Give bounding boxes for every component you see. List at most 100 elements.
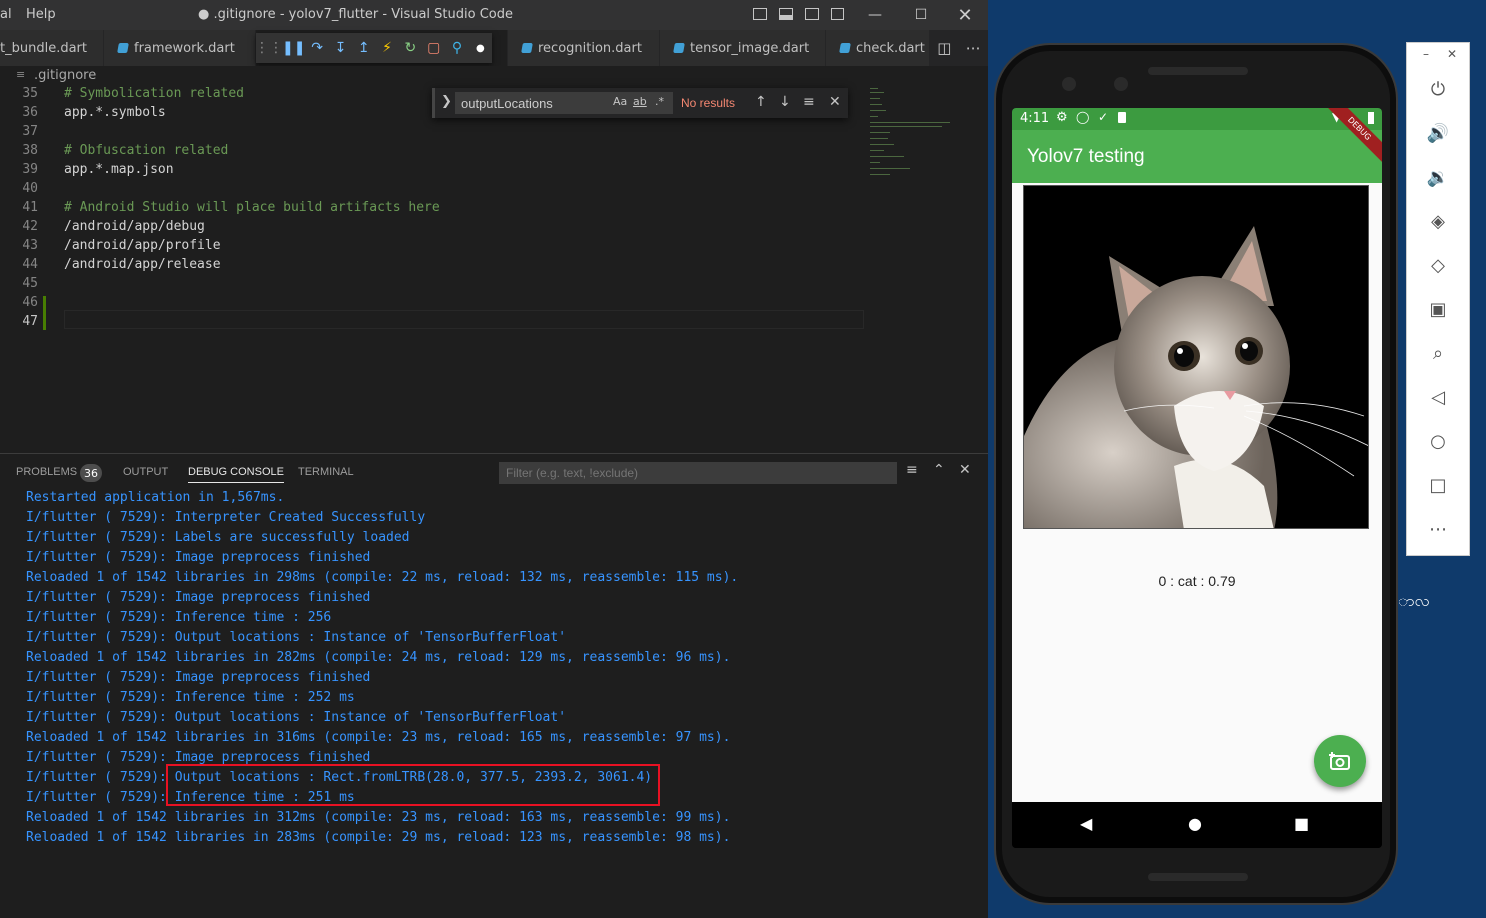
next-match-icon[interactable]: ↓ [779,94,791,110]
close-find-icon[interactable]: ✕ [829,94,841,110]
toggle-secondary-sidebar-icon[interactable] [805,8,819,20]
detection-result: 0 : cat : 0.79 [1158,573,1236,589]
line-number: 41 [22,200,38,215]
close-emulator-icon[interactable]: ✕ [1447,47,1457,61]
download-icon: ✓ [1098,110,1109,124]
pause-icon[interactable]: ❚❚ [282,35,305,61]
step-over-icon[interactable]: ↷ [305,35,328,61]
find-widget: ❯ Aa ab .* No results ↑ ↓ ≡ ✕ [432,88,848,118]
line-number: 39 [22,162,38,177]
tab-tensor-image[interactable]: tensor_image.dart [660,30,826,66]
toggle-replace-icon[interactable]: ❯ [441,94,452,109]
hot-reload-icon[interactable]: ⚡ [375,35,398,61]
step-out-icon[interactable]: ↥ [352,35,375,61]
nav-back-icon[interactable]: ◀ [1080,814,1092,833]
nav-overview-icon[interactable]: ■ [1294,814,1309,833]
annotation-highlight-box [166,764,660,806]
code-editor[interactable]: 35 # Symbolication related 36 app.*.symbols… [0,86,988,452]
home-icon[interactable]: ○ [1407,431,1469,452]
shield-icon: ◯ [1076,110,1090,124]
console-line: Restarted application in 1,567ms. [26,490,285,505]
tab-label: recognition.dart [538,40,642,56]
toggle-panel-icon[interactable] [779,8,793,20]
drag-handle-icon[interactable]: ⋮⋮ [255,35,283,61]
console-filter-input[interactable] [499,462,897,484]
tab-problems[interactable]: PROBLEMS [16,466,77,478]
code-line: app.*.map.json [64,162,174,177]
emulator-controls: – ✕ ⏻ 🔊 🔉 ◈ ◇ ▣ ⌕ ◁ ○ □ ⋯ [1406,42,1470,556]
toggle-sidebar-icon[interactable] [753,8,767,20]
minimap[interactable] [868,86,978,186]
customize-layout-icon[interactable] [831,8,844,20]
console-line: I/flutter ( 7529): Inference time : 252 … [26,690,355,705]
tab-recognition[interactable]: recognition.dart [508,30,660,66]
tab-actions: ◫ ⋯ [930,30,988,66]
volume-down-icon[interactable]: 🔉 [1407,167,1469,188]
editor-tab-bar: t_bundle.dart framework.dart recognition… [0,30,988,66]
close-panel-icon[interactable]: ✕ [959,462,971,478]
previous-match-icon[interactable]: ↑ [755,94,767,110]
line-number: 46 [22,295,38,310]
close-window-button[interactable]: ✕ [942,0,988,30]
phone-screen[interactable]: 4:11 ⚙ ◯ ✓ ▼ Yolov7 testing DEBUG [1012,108,1382,848]
line-number: 47 [22,314,38,329]
code-line: # Android Studio will place build artifa… [64,200,440,215]
stop-icon[interactable]: ▢ [422,35,445,61]
rotate-right-icon[interactable]: ◇ [1407,255,1469,276]
tab-check[interactable]: check.dart [826,30,930,66]
volume-up-icon[interactable]: 🔊 [1407,123,1469,144]
console-line: I/flutter ( 7529): Output locations : In… [26,630,567,645]
line-number: 44 [22,257,38,272]
add-photo-fab[interactable] [1314,735,1366,787]
minimize-button[interactable]: — [852,0,898,30]
more-icon[interactable]: ⋯ [1407,519,1469,540]
console-line: I/flutter ( 7529): Inference time : 256 [26,610,332,625]
restart-icon[interactable]: ↻ [399,35,422,61]
dart-file-icon [521,43,533,53]
camera-icon[interactable]: ▣ [1407,299,1469,320]
line-number: 45 [22,276,38,291]
power-icon[interactable]: ⏻ [1407,79,1469,100]
line-number: 42 [22,219,38,234]
minimize-emulator-icon[interactable]: – [1423,47,1429,61]
zoom-icon[interactable]: ⌕ [1407,343,1469,364]
match-case-icon[interactable]: Aa [613,95,627,108]
match-word-icon[interactable]: ab [633,95,647,108]
find-in-selection-icon[interactable]: ≡ [803,94,815,110]
bottom-speaker [1148,873,1248,881]
split-editor-icon[interactable]: ◫ [937,39,951,57]
tab-debug-console[interactable]: DEBUG CONSOLE [188,466,284,483]
step-into-icon[interactable]: ↧ [329,35,352,61]
menu-help[interactable]: Help [26,7,56,22]
more-actions-icon[interactable]: ⋯ [966,39,981,57]
devtools-icon[interactable]: ⚲ [445,35,468,61]
breadcrumb-file[interactable]: .gitignore [34,68,96,83]
app-body: 0 : cat : 0.79 [1012,183,1382,802]
line-number: 35 [22,86,38,101]
console-line: Reloaded 1 of 1542 libraries in 283ms (c… [26,830,731,845]
tab-label: check.dart [856,40,925,56]
code-line: /android/app/profile [64,238,221,253]
maximize-panel-icon[interactable]: ⌃ [933,462,945,478]
clear-console-icon[interactable]: ≡ [906,462,918,478]
android-status-bar: 4:11 ⚙ ◯ ✓ ▼ [1012,108,1382,130]
overview-icon[interactable]: □ [1407,475,1469,496]
tab-bundle[interactable]: t_bundle.dart [0,30,104,66]
app-title: Yolov7 testing [1027,146,1145,167]
regex-icon[interactable]: .* [655,95,664,108]
front-camera [1062,77,1076,91]
debug-toolbar: ⋮⋮ ❚❚ ↷ ↧ ↥ ⚡ ↻ ▢ ⚲ ● [255,33,492,63]
nav-home-icon[interactable]: ● [1188,814,1202,833]
menu-terminal[interactable]: al [0,7,12,22]
problems-count-badge: 36 [80,464,102,482]
vscode-window: al Help ● .gitignore - yolov7_flutter - … [0,0,988,918]
tab-terminal[interactable]: TERMINAL [298,466,354,478]
breadcrumb: ≡ .gitignore [0,66,988,86]
back-icon[interactable]: ◁ [1407,387,1469,408]
maximize-button[interactable]: ☐ [898,0,944,30]
console-line: I/flutter ( 7529): Image preprocess fini… [26,550,371,565]
console-line: Reloaded 1 of 1542 libraries in 282ms (c… [26,650,731,665]
tab-framework[interactable]: framework.dart [104,30,256,66]
rotate-left-icon[interactable]: ◈ [1407,211,1469,232]
tab-output[interactable]: OUTPUT [123,466,168,478]
